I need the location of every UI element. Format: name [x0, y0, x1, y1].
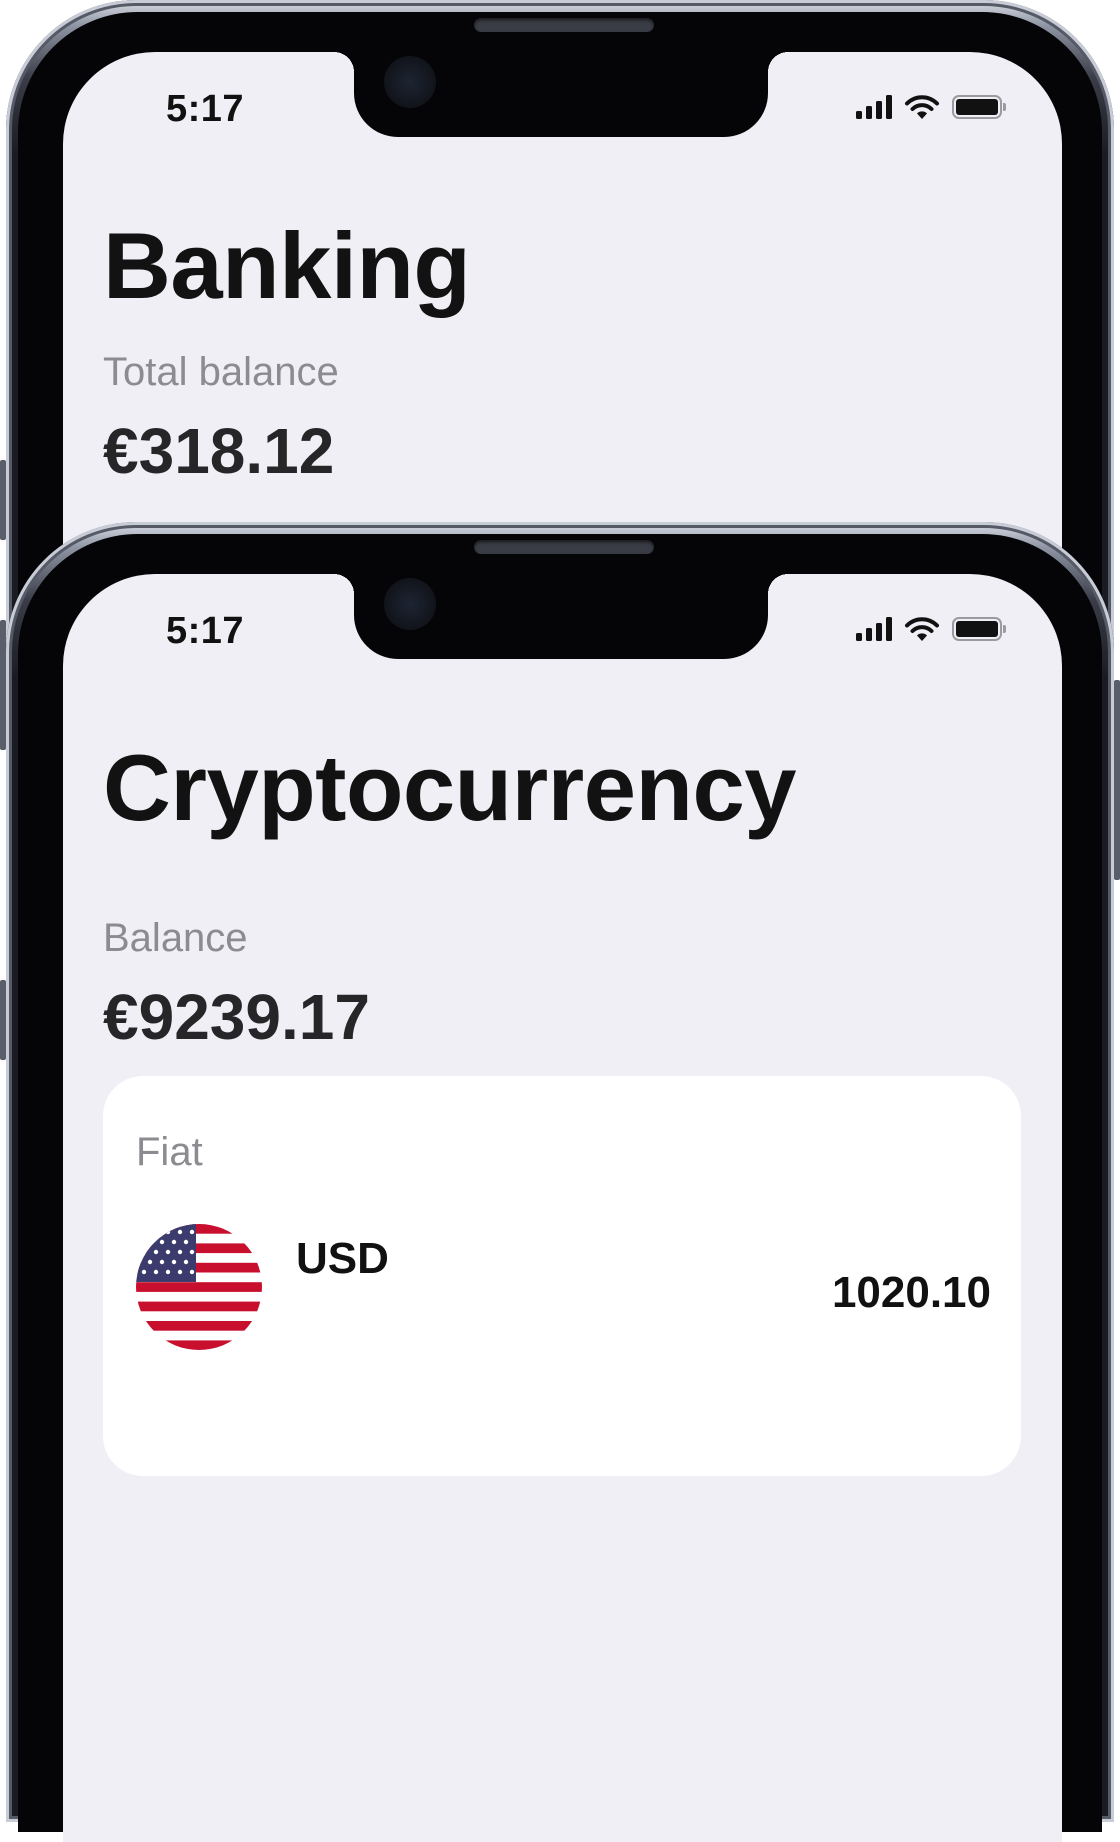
- page-title: Banking: [103, 213, 471, 318]
- battery-icon: [952, 617, 1006, 641]
- cellular-signal-icon: [856, 95, 892, 119]
- page-title: Cryptocurrency: [103, 735, 797, 840]
- status-icons: [856, 94, 1006, 120]
- balance-label: Total balance: [103, 350, 339, 394]
- card-title: Fiat: [136, 1130, 203, 1174]
- balance-value: €9239.17: [103, 981, 370, 1053]
- currency-amount: 1020.10: [831, 1268, 991, 1317]
- status-time: 5:17: [166, 88, 245, 130]
- wifi-icon: [905, 617, 939, 641]
- wifi-icon: [905, 95, 939, 119]
- currency-code: USD: [296, 1234, 389, 1283]
- us-flag-icon: [136, 1224, 262, 1350]
- cellular-signal-icon: [856, 617, 892, 641]
- speaker-grille: [474, 540, 654, 554]
- battery-icon: [952, 95, 1006, 119]
- balance-value: €318.12: [103, 415, 335, 487]
- notch: [334, 52, 788, 137]
- status-time: 5:17: [166, 610, 245, 652]
- front-camera: [384, 578, 436, 630]
- notch: [334, 574, 788, 659]
- status-icons: [856, 616, 1006, 642]
- balance-label: Balance: [103, 916, 248, 960]
- phone-screen: 5:17 Cryptocurrency Balance €9239.17 Fia…: [63, 574, 1062, 1842]
- front-camera: [384, 56, 436, 108]
- phone-cryptocurrency: 5:17 Cryptocurrency Balance €9239.17 Fia…: [6, 522, 1114, 1842]
- currency-row-usd[interactable]: USD 1020.10: [136, 1224, 991, 1350]
- speaker-grille: [474, 18, 654, 32]
- side-button: [1114, 680, 1120, 880]
- fiat-card: Fiat USD 1020.10: [103, 1076, 1021, 1476]
